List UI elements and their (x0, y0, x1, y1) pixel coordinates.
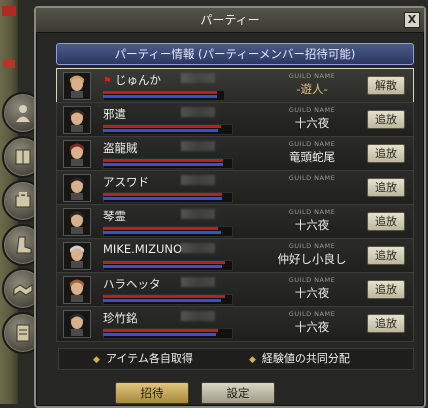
party-member-row[interactable]: 盗龍賊 GUILD NAME 竜頭蛇尾 追放 (56, 136, 414, 172)
hp-bar (103, 261, 225, 264)
settings-button[interactable]: 設定 (201, 382, 275, 404)
party-member-row[interactable]: 琴霊 GUILD NAME 十六夜 追放 (56, 204, 414, 240)
avatar (63, 208, 91, 236)
member-name-text: 邪遣 (103, 107, 126, 121)
guild-name: 十六夜 (294, 116, 330, 130)
party-member-row[interactable]: 邪遣 GUILD NAME 十六夜 追放 (56, 102, 414, 138)
mp-bar (103, 231, 221, 234)
exp-rule-label: 経験値の共同分配 (261, 352, 350, 365)
member-name: アスワド (103, 174, 149, 190)
blurred-info (181, 175, 215, 185)
guild-name: 十六夜 (294, 286, 330, 300)
blurred-info (181, 243, 215, 253)
member-name: 珍竹銘 (103, 310, 138, 326)
member-name-text: 琴霊 (103, 209, 126, 223)
hp-bar (103, 125, 221, 128)
avatar (63, 242, 91, 270)
member-name: ハラヘッタ (103, 276, 161, 292)
blurred-info (181, 209, 215, 219)
disband-button[interactable]: 解散 (367, 76, 405, 95)
mp-bar (103, 95, 217, 98)
mp-bar (103, 163, 223, 166)
member-name-text: アスワド (103, 175, 149, 189)
guild-name-label: GUILD NAME (288, 276, 336, 284)
guild-name: 仲好し小良し (277, 252, 347, 266)
leader-flag-icon: ⚑ (103, 76, 112, 87)
invite-button[interactable]: 招待 (115, 382, 189, 404)
guild-name-label: GUILD NAME (288, 174, 336, 182)
blurred-info (181, 107, 215, 117)
guild-name-label: GUILD NAME (288, 72, 336, 80)
guild-name-label: GUILD NAME (288, 242, 336, 250)
party-window: パーティー X パーティー情報 (パーティーメンバー招待可能) ⚑ じゅんか GU… (34, 6, 426, 408)
mp-bar (103, 197, 222, 200)
hp-bar (103, 159, 223, 162)
guild-name: 十六夜 (294, 218, 330, 232)
blurred-info (181, 311, 215, 321)
kick-button[interactable]: 追放 (367, 212, 405, 231)
hp-bar (103, 193, 222, 196)
hp-bar (103, 329, 218, 332)
mp-bar (103, 265, 222, 268)
party-member-row[interactable]: ⚑ じゅんか GUILD NAME -遊人- 解散 (56, 68, 414, 104)
hp-bar (103, 227, 218, 230)
blurred-info (181, 141, 215, 151)
party-member-row[interactable]: ハラヘッタ GUILD NAME 十六夜 追放 (56, 272, 414, 308)
window-titlebar[interactable]: パーティー X (36, 8, 424, 33)
mp-bar (103, 299, 221, 302)
exp-rule-option[interactable]: ◆ 経験値の共同分配 (249, 349, 350, 370)
guild-name-label: GUILD NAME (288, 208, 336, 216)
guild-name-label: GUILD NAME (288, 106, 336, 114)
member-name-text: 盗龍賊 (103, 141, 138, 155)
diamond-icon: ◆ (249, 355, 256, 365)
member-name-text: じゅんか (114, 73, 161, 87)
kick-button[interactable]: 追放 (367, 178, 405, 197)
guild-name-label: GUILD NAME (288, 310, 336, 318)
avatar (63, 140, 91, 168)
avatar (63, 106, 91, 134)
member-name-text: 珍竹銘 (103, 311, 138, 325)
party-options: ◆ アイテム各自取得 ◆ 経験値の共同分配 (58, 348, 414, 370)
close-button[interactable]: X (404, 12, 420, 28)
kick-button[interactable]: 追放 (367, 144, 405, 163)
avatar (63, 72, 91, 100)
window-title: パーティー (200, 13, 260, 27)
diamond-icon: ◆ (93, 355, 100, 365)
flag-icon (3, 60, 15, 68)
kick-button[interactable]: 追放 (367, 314, 405, 333)
member-name: 盗龍賊 (103, 140, 138, 156)
member-name-text: MIKE.MIZUNO (103, 242, 183, 256)
avatar (63, 276, 91, 304)
member-name: MIKE.MIZUNO (103, 242, 182, 256)
item-rule-option[interactable]: ◆ アイテム各自取得 (93, 349, 193, 370)
party-member-row[interactable]: アスワド GUILD NAME 追放 (56, 170, 414, 206)
item-rule-label: アイテム各自取得 (105, 352, 193, 365)
guild-name-label: GUILD NAME (288, 140, 336, 148)
party-member-row[interactable]: 珍竹銘 GUILD NAME 十六夜 追放 (56, 306, 414, 342)
member-name-text: ハラヘッタ (103, 277, 161, 291)
member-name: ⚑ じゅんか (103, 72, 161, 88)
mp-bar (103, 333, 216, 336)
mp-bar (103, 129, 218, 132)
guild-name: 竜頭蛇尾 (289, 150, 335, 164)
kick-button[interactable]: 追放 (367, 280, 405, 299)
party-info-header: パーティー情報 (パーティーメンバー招待可能) (56, 43, 414, 65)
member-name: 邪遣 (103, 106, 126, 122)
avatar (63, 174, 91, 202)
kick-button[interactable]: 追放 (367, 246, 405, 265)
flag-icon (2, 6, 16, 16)
hp-bar (103, 91, 217, 94)
kick-button[interactable]: 追放 (367, 110, 405, 129)
guild-name: -遊人- (296, 82, 328, 96)
hp-bar (103, 295, 225, 298)
blurred-info (181, 277, 215, 287)
party-member-row[interactable]: MIKE.MIZUNO GUILD NAME 仲好し小良し 追放 (56, 238, 414, 274)
guild-name: 十六夜 (294, 320, 330, 334)
blurred-info (181, 73, 215, 83)
avatar (63, 310, 91, 338)
member-name: 琴霊 (103, 208, 126, 224)
